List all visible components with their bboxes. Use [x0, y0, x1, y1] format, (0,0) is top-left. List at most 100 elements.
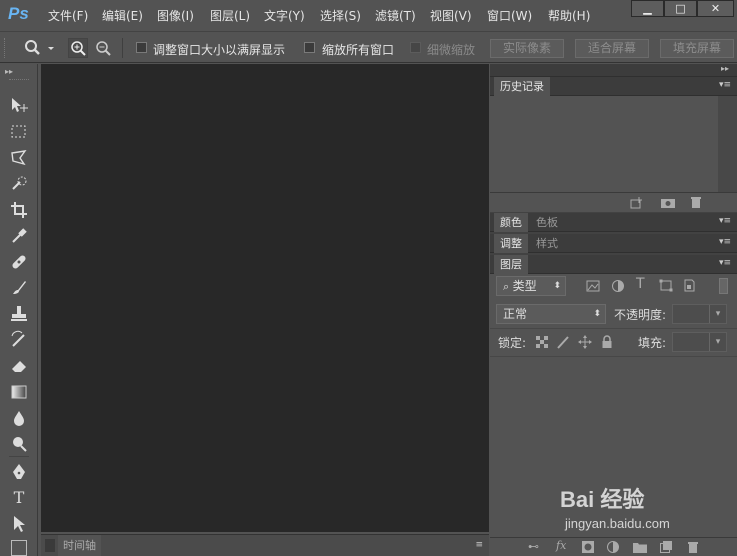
layers-panel-tabbar: 图层 ▾≡	[490, 255, 737, 274]
collapse-dock-icon[interactable]: ▸▸	[721, 64, 729, 73]
tab-styles[interactable]: 样式	[530, 234, 564, 253]
menu-type[interactable]: 文字(Y)	[264, 7, 305, 24]
lasso-tool-icon[interactable]	[9, 148, 29, 168]
lock-position-icon[interactable]	[578, 335, 592, 349]
document-canvas-area[interactable]	[41, 64, 489, 532]
new-document-from-state-icon[interactable]	[630, 196, 644, 209]
layers-panel-menu-icon[interactable]: ▾≡	[719, 258, 731, 268]
adjustments-panel-menu-icon[interactable]: ▾≡	[719, 237, 731, 247]
dock-header: ▸▸	[490, 64, 737, 77]
menu-edit[interactable]: 编辑(E)	[102, 7, 143, 24]
resize-windows-checkbox[interactable]	[136, 42, 147, 53]
color-panel-tabbar: 颜色 色板 ▾≡	[490, 213, 737, 232]
blend-mode-select[interactable]: 正常 ⬍	[496, 304, 606, 324]
fill-screen-button[interactable]: 填充屏幕	[660, 39, 734, 58]
quick-selection-tool-icon[interactable]	[9, 174, 29, 194]
fill-label: 填充:	[638, 336, 667, 350]
history-scrollbar[interactable]	[718, 96, 737, 192]
crop-tool-icon[interactable]	[9, 200, 29, 220]
link-layers-icon[interactable]: ⊷	[528, 540, 539, 553]
menu-bar: Ps 文件(F) 编辑(E) 图像(I) 图层(L) 文字(Y) 选择(S) 滤…	[0, 0, 737, 30]
dodge-tool-icon[interactable]	[9, 434, 29, 454]
menu-layer[interactable]: 图层(L)	[210, 7, 250, 24]
delete-layer-icon[interactable]	[687, 541, 699, 553]
path-selection-tool-icon[interactable]	[9, 514, 29, 534]
lock-label: 锁定:	[498, 336, 527, 350]
menu-view[interactable]: 视图(V)	[430, 7, 472, 24]
search-icon: ⌕	[503, 280, 513, 293]
history-brush-tool-icon[interactable]	[9, 330, 29, 350]
updown-arrows-icon: ⬍	[553, 281, 561, 291]
tab-history[interactable]: 历史记录	[494, 77, 550, 96]
healing-brush-tool-icon[interactable]	[9, 252, 29, 272]
zoom-in-button[interactable]	[68, 38, 88, 58]
color-panel-menu-icon[interactable]: ▾≡	[719, 216, 731, 226]
eyedropper-tool-icon[interactable]	[9, 226, 29, 246]
fx-icon[interactable]: fx	[556, 539, 566, 552]
watermark-url: jingyan.baidu.com	[565, 516, 670, 531]
shape-tool-icon[interactable]	[11, 540, 27, 556]
collapse-toolbar-icon[interactable]: ▸▸	[5, 67, 13, 76]
add-mask-icon[interactable]	[582, 541, 594, 553]
blend-mode-value: 正常	[503, 307, 528, 321]
blur-tool-icon[interactable]	[9, 408, 29, 428]
filter-toggle-switch[interactable]	[719, 278, 728, 294]
shape-layer-filter-icon[interactable]	[659, 279, 673, 292]
lock-all-icon[interactable]	[601, 335, 613, 349]
actual-pixels-button[interactable]: 实际像素	[490, 39, 564, 58]
updown-arrows-icon: ⬍	[593, 309, 601, 319]
fit-screen-button[interactable]: 适合屏幕	[575, 39, 649, 58]
trash-icon[interactable]	[690, 196, 702, 209]
scrubby-zoom-checkbox[interactable]	[410, 42, 421, 53]
type-layer-filter-icon[interactable]: T	[636, 276, 645, 292]
menu-help[interactable]: 帮助(H)	[548, 7, 590, 24]
layer-filter-kind-select[interactable]: ⌕ 类型 ⬍	[496, 276, 566, 296]
brush-tool-icon[interactable]	[9, 278, 29, 298]
tab-adjustments[interactable]: 调整	[494, 234, 528, 253]
menu-file[interactable]: 文件(F)	[48, 7, 88, 24]
clone-stamp-tool-icon[interactable]	[9, 304, 29, 324]
menu-window[interactable]: 窗口(W)	[487, 7, 532, 24]
timeline-grip[interactable]	[45, 539, 55, 552]
zoom-out-icon[interactable]	[94, 39, 112, 57]
baidu-jingyan-watermark: Bai 经验	[560, 487, 645, 512]
opacity-input[interactable]: ▾	[672, 304, 727, 324]
tab-swatches[interactable]: 色板	[530, 213, 564, 232]
marquee-tool-icon[interactable]	[9, 122, 29, 142]
layers-footer: ⊷ fx	[490, 537, 737, 556]
menu-filter[interactable]: 滤镜(T)	[375, 7, 416, 24]
new-group-icon[interactable]	[633, 541, 647, 553]
camera-icon[interactable]	[660, 196, 676, 209]
pixel-layer-filter-icon[interactable]	[586, 279, 600, 292]
history-panel-menu-icon[interactable]: ▾≡	[719, 80, 731, 90]
eraser-tool-icon[interactable]	[9, 356, 29, 376]
zoom-tool-preset-icon[interactable]	[22, 38, 54, 58]
new-adjustment-layer-icon[interactable]	[607, 541, 619, 553]
fill-input[interactable]: ▾	[672, 332, 727, 352]
adjustment-layer-filter-icon[interactable]	[611, 279, 625, 292]
smart-object-filter-icon[interactable]	[682, 279, 696, 292]
chevron-down-icon: ▾	[709, 305, 726, 323]
pen-tool-icon[interactable]	[9, 462, 29, 482]
zoom-in-icon	[71, 41, 86, 56]
maximize-button[interactable]: □	[664, 0, 697, 17]
close-button[interactable]: ✕	[697, 0, 734, 17]
lock-transparent-pixels-icon[interactable]	[536, 336, 548, 348]
tab-layers[interactable]: 图层	[494, 255, 528, 274]
move-tool-icon[interactable]	[9, 96, 29, 116]
history-list[interactable]	[490, 96, 718, 192]
gradient-tool-icon[interactable]	[9, 382, 29, 402]
zoom-all-windows-label: 缩放所有窗口	[322, 43, 395, 57]
minimize-button[interactable]: ▁	[631, 0, 664, 17]
grip-handle[interactable]	[4, 38, 8, 58]
menu-select[interactable]: 选择(S)	[320, 7, 361, 24]
zoom-all-windows-checkbox[interactable]	[304, 42, 315, 53]
new-layer-icon[interactable]	[660, 541, 672, 553]
lock-image-pixels-icon[interactable]	[556, 335, 570, 349]
timeline-menu-icon[interactable]: ≡	[475, 540, 483, 550]
timeline-tab[interactable]: 时间轴	[58, 535, 101, 556]
tab-color[interactable]: 颜色	[494, 213, 528, 232]
type-tool-icon[interactable]: T	[9, 488, 29, 508]
options-bar: 调整窗口大小以满屏显示 缩放所有窗口 细微缩放 实际像素 适合屏幕 填充屏幕	[0, 31, 737, 63]
menu-image[interactable]: 图像(I)	[157, 7, 194, 24]
